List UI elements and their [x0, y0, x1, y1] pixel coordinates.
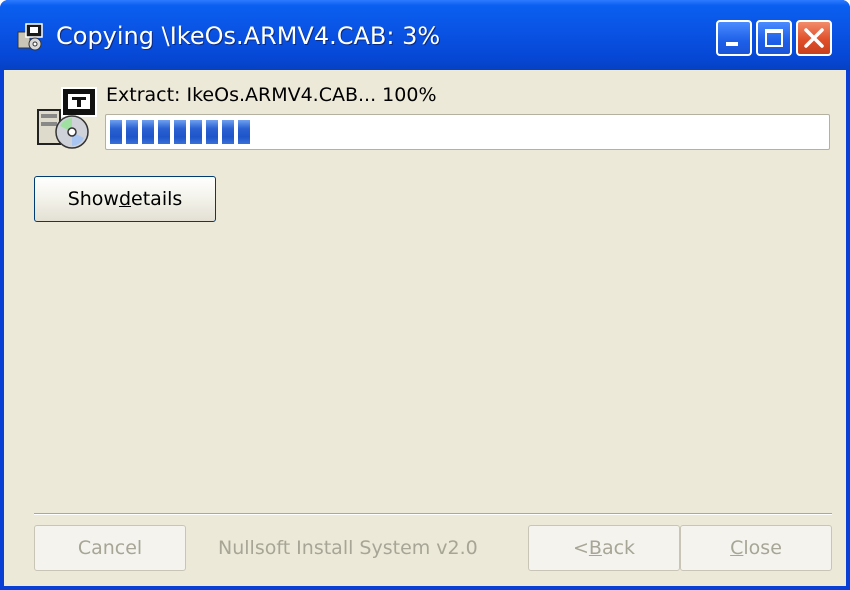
- minimize-button[interactable]: [716, 20, 752, 56]
- installer-window: Copying \IkeOs.ARMV4.CAB: 3% Extract: Ik…: [0, 0, 850, 590]
- installer-icon: [17, 23, 43, 51]
- status-text: Extract: IkeOs.ARMV4.CAB... 100%: [106, 84, 437, 106]
- progress-bar: [105, 114, 830, 150]
- setup-icon: [37, 87, 97, 149]
- progress-block: [110, 120, 122, 144]
- back-label-start: <: [572, 537, 589, 559]
- close-window-button[interactable]: [796, 20, 832, 56]
- branding-text: Nullsoft Install System v2.0: [218, 537, 478, 559]
- separator: [34, 513, 832, 515]
- progress-block: [158, 120, 170, 144]
- progress-block: [206, 120, 218, 144]
- close-mnemonic: C: [730, 537, 744, 559]
- cancel-button[interactable]: Cancel: [34, 525, 186, 571]
- close-label-end: lose: [743, 537, 782, 559]
- title-bar[interactable]: Copying \IkeOs.ARMV4.CAB: 3%: [0, 0, 850, 70]
- progress-block: [126, 120, 138, 144]
- progress-block: [142, 120, 154, 144]
- back-label-end: ack: [601, 537, 636, 559]
- dialog-body: Extract: IkeOs.ARMV4.CAB... 100% Show de…: [4, 70, 846, 586]
- show-details-mnemonic: d: [118, 188, 132, 210]
- progress-block: [174, 120, 186, 144]
- show-details-label-start: Show: [67, 188, 119, 210]
- maximize-icon: [765, 29, 783, 47]
- show-details-button[interactable]: Show d etails: [34, 176, 216, 222]
- show-details-label-end: etails: [131, 188, 183, 210]
- back-button[interactable]: < Back: [528, 525, 680, 571]
- maximize-button[interactable]: [756, 20, 792, 56]
- close-button[interactable]: Close: [680, 525, 832, 571]
- progress-block: [190, 120, 202, 144]
- progress-block: [238, 120, 250, 144]
- window-title: Copying \IkeOs.ARMV4.CAB: 3%: [56, 22, 441, 50]
- progress-fill: [110, 120, 254, 144]
- minimize-icon: [726, 42, 738, 46]
- back-mnemonic: B: [588, 537, 602, 559]
- progress-block: [222, 120, 234, 144]
- close-icon: [804, 28, 824, 48]
